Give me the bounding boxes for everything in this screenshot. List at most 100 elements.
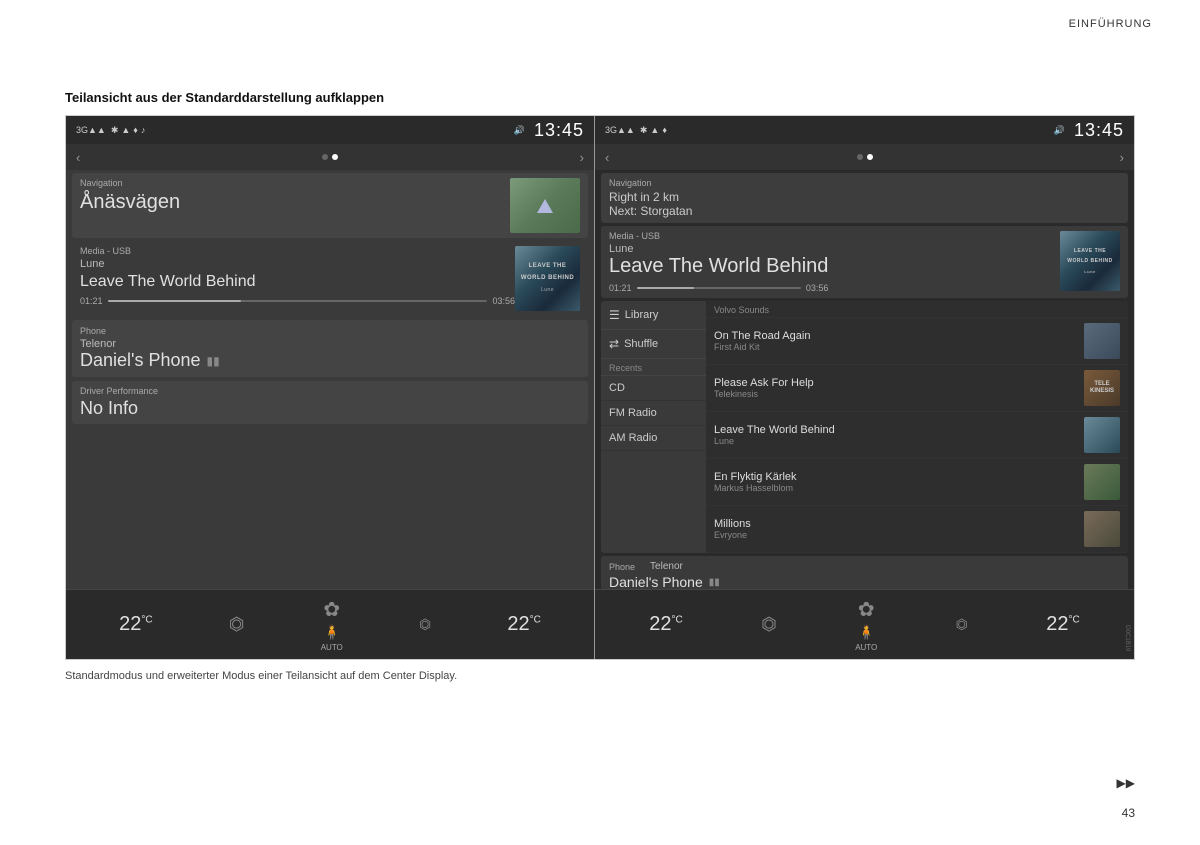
song-2-info: Please Ask For Help Telekinesis (714, 377, 1084, 399)
right-time: 13:45 (1074, 120, 1124, 141)
right-nav-card: Navigation Right in 2 km Next: Storgatan (601, 173, 1128, 223)
song-1-art (1084, 323, 1120, 359)
right-album-art-inner: LEAVE THE WORLD BEHIND Lune (1060, 231, 1120, 291)
bt-icon: ✱ (111, 125, 119, 136)
right-person-icon: 🧍 (858, 624, 875, 641)
right-time-end: 03:56 (806, 283, 829, 293)
right-bt-icon: ✱ (640, 125, 648, 136)
right-song-list: Volvo Sounds On The Road Again First Aid… (706, 301, 1128, 553)
shuffle-button[interactable]: ⇄ Shuffle (601, 330, 706, 359)
library-icon: ☰ (609, 308, 620, 322)
left-temp-right: 22°C (507, 613, 540, 636)
left-time: 13:45 (534, 120, 584, 141)
right-auto-group: ✿ 🧍 AUTO (855, 597, 877, 652)
right-media-expanded: Media - USB Lune Leave The World Behind … (601, 226, 1128, 298)
battery-icon: ▮▮ (207, 354, 220, 368)
shuffle-icon: ⇄ (609, 337, 619, 351)
next-arrows: ▶▶ (1117, 776, 1135, 790)
song-item-1[interactable]: On The Road Again First Aid Kit (706, 318, 1128, 365)
right-media-top-row: Media - USB Lune Leave The World Behind … (609, 231, 1120, 293)
left-progress-row: 01:21 03:56 (80, 296, 515, 306)
right-phone-label: Phone (609, 562, 635, 572)
left-status-icons: 3G▲▲ ✱ ▲ ♦ ♪ (76, 125, 145, 136)
right-nav-direction: Right in 2 km (609, 190, 692, 204)
right-nav-row: ‹ › (595, 144, 1134, 170)
right-media-label: Media - USB (609, 231, 828, 241)
source-am[interactable]: AM Radio (601, 426, 706, 451)
right-media-artist: Lune (609, 243, 828, 255)
fan-icon: ✿ (323, 597, 340, 622)
left-phone-device-row: Daniel's Phone ▮▮ (80, 350, 580, 371)
library-button[interactable]: ☰ Library (601, 301, 706, 330)
left-media-artist: Lune (80, 258, 515, 270)
right-phone-device-row: Daniel's Phone ▮▮ (609, 574, 1120, 590)
right-time-start: 01:21 (609, 283, 632, 293)
left-nav-back[interactable]: ‹ (76, 150, 80, 165)
right-nav-label: Navigation (609, 178, 692, 188)
right-art-line1: LEAVE THE (1072, 246, 1108, 257)
left-phone-card: Phone Telenor Daniel's Phone ▮▮ (72, 320, 588, 377)
right-left-panel: ☰ Library ⇄ Shuffle Recents CD FM Radio (601, 301, 706, 553)
wifi-icon: ▲ (121, 125, 130, 135)
source-cd[interactable]: CD (601, 376, 706, 401)
right-wifi-icon: ▲ (650, 125, 659, 135)
screen-right: 3G▲▲ ✱ ▲ ♦ 🔊 13:45 ‹ › Navigation Right (595, 116, 1134, 659)
song-item-2[interactable]: Please Ask For Help Telekinesis TELEKINE… (706, 365, 1128, 412)
right-phone-row: Phone Telenor (609, 561, 1120, 572)
song-5-artist: Evryone (714, 530, 1084, 540)
right-album-art: LEAVE THE WORLD BEHIND Lune (1060, 231, 1120, 291)
left-album-art-inner: LEAVE THE WORLD BEHIND Lune (515, 246, 580, 311)
left-album-art: LEAVE THE WORLD BEHIND Lune (515, 246, 580, 311)
left-driver-card: Driver Performance No Info (72, 381, 588, 424)
left-media-card: Media - USB Lune Leave The World Behind … (72, 241, 588, 316)
right-progress-bar (637, 287, 801, 289)
song-4-art (1084, 464, 1120, 500)
left-driver-label: Driver Performance (80, 386, 580, 396)
right-time-group: 🔊 13:45 (1054, 120, 1124, 141)
left-progress-fill (108, 300, 241, 302)
left-time-group: 🔊 13:45 (514, 120, 584, 141)
song-3-info: Leave The World Behind Lune (714, 424, 1084, 446)
song-2-title: Please Ask For Help (714, 377, 1084, 389)
right-progress-row: 01:21 03:56 (609, 283, 828, 293)
caption: Standardmodus und erweiterter Modus eine… (65, 670, 457, 682)
left-media-label: Media - USB (80, 246, 515, 256)
left-temp-left: 22°C (119, 613, 152, 636)
song-1-artist: First Aid Kit (714, 342, 1084, 352)
left-nav-card: Navigation Ånäsvägen (72, 173, 588, 238)
song-item-3[interactable]: Leave The World Behind Lune (706, 412, 1128, 459)
screen-left: 3G▲▲ ✱ ▲ ♦ ♪ 🔊 13:45 ‹ › Navigation (66, 116, 595, 659)
right-art-line2: WORLD BEHIND (1065, 256, 1114, 267)
left-phone-label: Phone (80, 326, 580, 336)
volume-icon: 🔊 (514, 125, 525, 136)
music-icon: ♪ (141, 125, 146, 135)
song-2-artist: Telekinesis (714, 389, 1084, 399)
person-icon: 🧍 (323, 624, 340, 641)
left-nav-forward[interactable]: › (580, 150, 584, 165)
screenshots-container: 3G▲▲ ✱ ▲ ♦ ♪ 🔊 13:45 ‹ › Navigation (65, 115, 1135, 660)
volvo-sounds-header: Volvo Sounds (706, 301, 1128, 318)
right-progress-fill (637, 287, 695, 289)
song-4-title: En Flyktig Kärlek (714, 471, 1084, 483)
song-item-4[interactable]: En Flyktig Kärlek Markus Hasselblom (706, 459, 1128, 506)
right-nav-dot-2 (867, 154, 873, 160)
right-battery-icon: ▮▮ (709, 577, 720, 588)
source-fm[interactable]: FM Radio (601, 401, 706, 426)
right-temp-left: 22°C (649, 613, 682, 636)
signal-icon: 3G▲▲ (76, 125, 106, 135)
right-climate-bar: 22°C ⏣ ✿ 🧍 AUTO ⏣ 22°C (595, 589, 1134, 659)
left-album-art-text1: LEAVE THE (527, 261, 569, 273)
right-nav-back[interactable]: ‹ (605, 150, 609, 165)
map-marker (537, 199, 553, 213)
image-id-badge: O0C1B19 (1124, 625, 1130, 651)
song-item-5[interactable]: Millions Evryone (706, 506, 1128, 553)
right-phone-device: Daniel's Phone (609, 574, 703, 590)
header-title: EINFÜHRUNG (1069, 18, 1152, 30)
left-nav-row: ‹ › (66, 144, 594, 170)
seat-icon-left: ⏣ (229, 614, 245, 635)
left-album-art-text2: WORLD BEHIND (519, 273, 576, 285)
shuffle-label: Shuffle (624, 338, 658, 350)
right-nav-forward[interactable]: › (1120, 150, 1124, 165)
right-seat-icon-right: ⏣ (956, 616, 968, 633)
left-progress-bar (108, 300, 488, 302)
